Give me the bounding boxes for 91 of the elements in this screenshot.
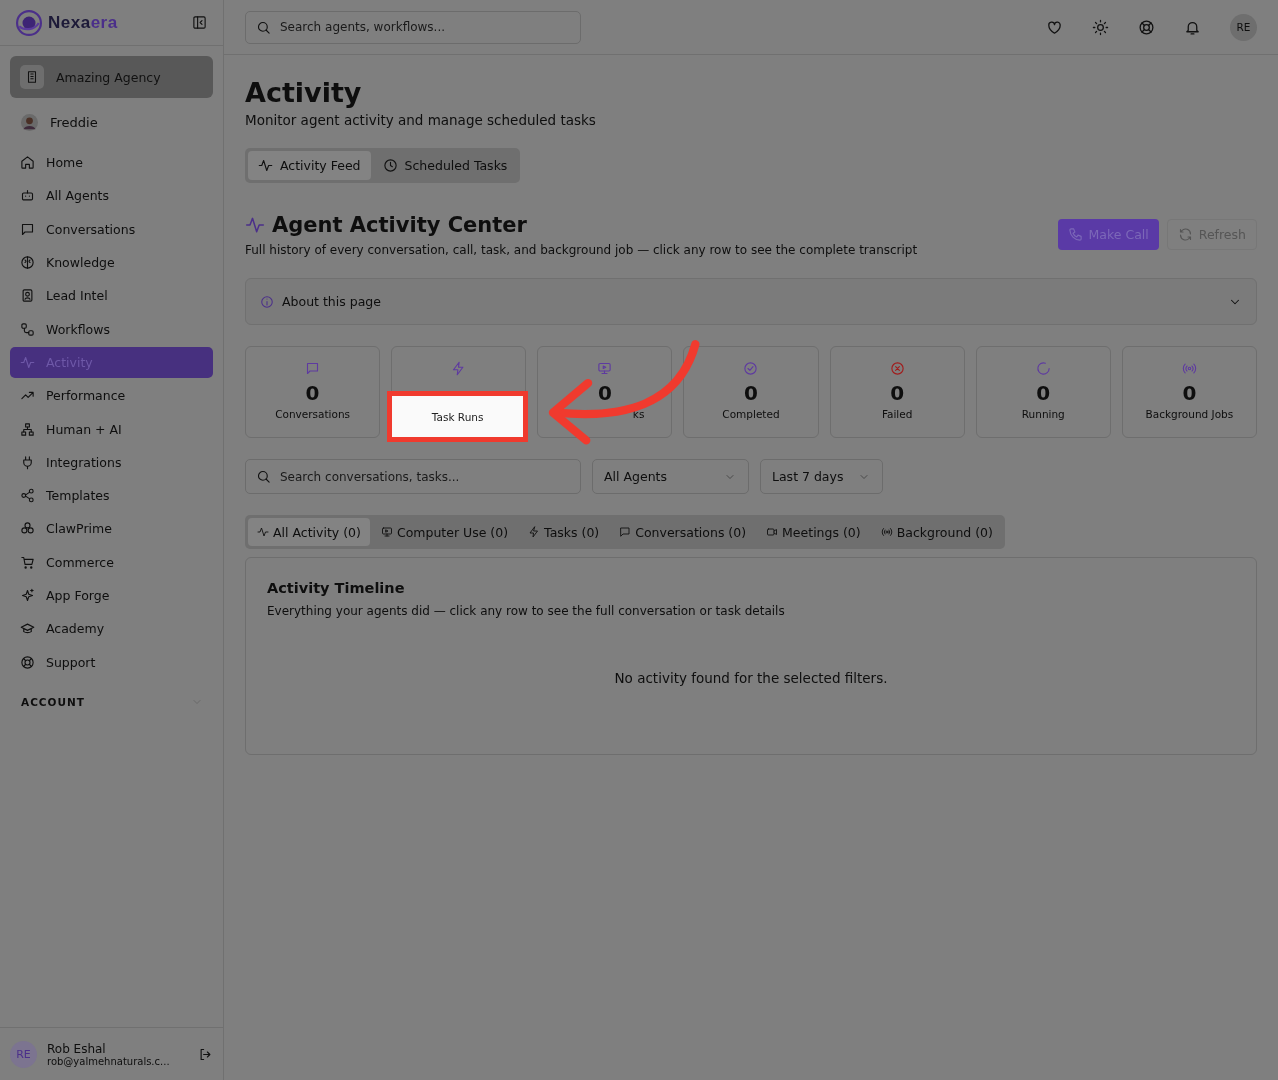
nav-item[interactable]: Lead Intel xyxy=(10,280,213,312)
clock-icon xyxy=(382,158,398,173)
nav-item[interactable]: Integrations xyxy=(10,446,213,478)
sparkle-icon xyxy=(20,588,35,603)
agent-name: Freddie xyxy=(50,115,98,130)
nav-item[interactable]: Human + AI xyxy=(10,413,213,445)
timeline-title: Activity Timeline xyxy=(267,580,406,596)
date-range-dropdown[interactable]: Last 7 days xyxy=(760,459,883,494)
nav-item[interactable]: Support xyxy=(10,646,213,678)
page-subtitle: Monitor agent activity and manage scheduled tasks xyxy=(245,112,597,128)
page-title: Activity xyxy=(245,77,363,108)
filter-tab[interactable]: Computer Use (0) xyxy=(371,518,518,546)
logout-icon[interactable] xyxy=(198,1046,213,1062)
stat-label: Task Runs xyxy=(431,410,484,423)
search-field[interactable]: Search conversations, tasks... xyxy=(245,459,581,494)
contact-card-icon xyxy=(20,288,35,304)
nav-item[interactable]: Templates xyxy=(10,479,213,512)
home-icon xyxy=(20,155,35,171)
brain-icon xyxy=(20,255,35,271)
view-tab[interactable]: Scheduled Tasks xyxy=(372,151,518,180)
filter-tab[interactable]: Meetings (0) xyxy=(757,518,870,546)
user-avatar-button[interactable]: RE xyxy=(1230,13,1257,41)
phone-icon xyxy=(1067,227,1083,242)
stat-label: Conversations xyxy=(275,408,350,420)
sidebar-collapse-icon[interactable] xyxy=(192,15,207,30)
lightning-icon xyxy=(528,526,541,538)
agent-avatar xyxy=(21,114,38,131)
stat-label: Background Jobs xyxy=(1145,408,1234,420)
pulse-icon xyxy=(20,354,35,370)
info-icon xyxy=(260,294,274,309)
empty-message: No activity found for the selected filters. xyxy=(613,670,889,686)
stat-label: Completed xyxy=(722,408,780,420)
filter-tab[interactable]: Background (0) xyxy=(871,518,1002,546)
search-field[interactable]: Search agents, workflows... xyxy=(245,10,581,44)
network-icon xyxy=(20,421,35,437)
plug-icon xyxy=(20,454,35,470)
nav-item[interactable]: ClawPrime xyxy=(10,513,213,545)
broadcast-icon xyxy=(880,526,893,538)
robot-icon xyxy=(20,188,35,204)
stat-label: Failed xyxy=(881,408,913,420)
filter-tab[interactable]: Tasks (0) xyxy=(519,518,609,546)
stat-label: ks xyxy=(632,408,645,420)
user-avatar: RE xyxy=(10,1040,37,1068)
pulse-icon xyxy=(245,215,265,235)
section-description: Full history of every conversation, call, task, and background job — click any row to see the complete transcript xyxy=(245,243,918,257)
pulse-icon xyxy=(258,158,273,173)
share-icon xyxy=(20,488,35,504)
agent-dropdown[interactable]: All Agents xyxy=(592,459,749,494)
refresh-icon xyxy=(1177,227,1193,242)
filter-tab[interactable]: Conversations (0) xyxy=(610,518,756,546)
user-email: rob@yalmehnaturals.c... xyxy=(47,1055,171,1067)
view-tab[interactable]: Activity Feed xyxy=(248,151,371,180)
about-accordion[interactable]: About this page xyxy=(245,278,1257,325)
lifebuoy-icon[interactable] xyxy=(1138,18,1155,36)
pulse-icon xyxy=(257,526,269,538)
workspace-switcher[interactable]: Amazing Agency xyxy=(10,56,213,98)
nav-item[interactable]: Conversations xyxy=(10,213,213,245)
stat-value: 0 xyxy=(744,380,758,406)
search-icon xyxy=(256,469,271,484)
stat-label: Running xyxy=(1021,408,1065,420)
nav-item[interactable]: App Forge xyxy=(10,579,213,612)
building-icon xyxy=(25,70,39,84)
timeline-description: Everything your agents did — click any row to see the full conversation or task details xyxy=(267,604,786,618)
heart-icon[interactable] xyxy=(1046,18,1063,36)
sun-icon[interactable] xyxy=(1092,18,1109,36)
logo-text: Nexaera xyxy=(48,12,118,33)
stat-value: 0 xyxy=(305,380,320,406)
section-title: Agent Activity Center xyxy=(272,213,527,237)
cart-icon xyxy=(20,554,35,570)
nav-item[interactable]: Knowledge xyxy=(10,246,213,279)
stat-value: 0 xyxy=(890,380,905,406)
stat-value: 0 xyxy=(1182,380,1197,406)
user-name: Rob Eshal xyxy=(47,1041,107,1056)
chat-bubble-icon xyxy=(619,526,632,538)
video-icon xyxy=(766,526,779,538)
lifebuoy-icon xyxy=(20,654,35,670)
stat-value: 0 xyxy=(597,380,612,406)
nav-item[interactable]: Commerce xyxy=(10,546,213,578)
nav-item[interactable]: Performance xyxy=(10,380,213,412)
search-icon xyxy=(256,19,271,35)
nav-item[interactable]: Academy xyxy=(10,613,213,645)
stat-value: 0 xyxy=(1036,380,1051,406)
workflow-icon xyxy=(20,321,35,337)
chat-bubble-icon xyxy=(20,221,35,237)
nav-item[interactable]: All Agents xyxy=(10,180,213,212)
filter-tab[interactable]: All Activity (0) xyxy=(248,518,370,546)
monitor-icon xyxy=(380,526,393,538)
nav-item[interactable]: Home xyxy=(10,147,213,179)
account-section[interactable]: ACCOUNT xyxy=(21,695,203,708)
nav-item[interactable]: Workflows xyxy=(10,313,213,345)
logo-icon xyxy=(16,9,42,36)
